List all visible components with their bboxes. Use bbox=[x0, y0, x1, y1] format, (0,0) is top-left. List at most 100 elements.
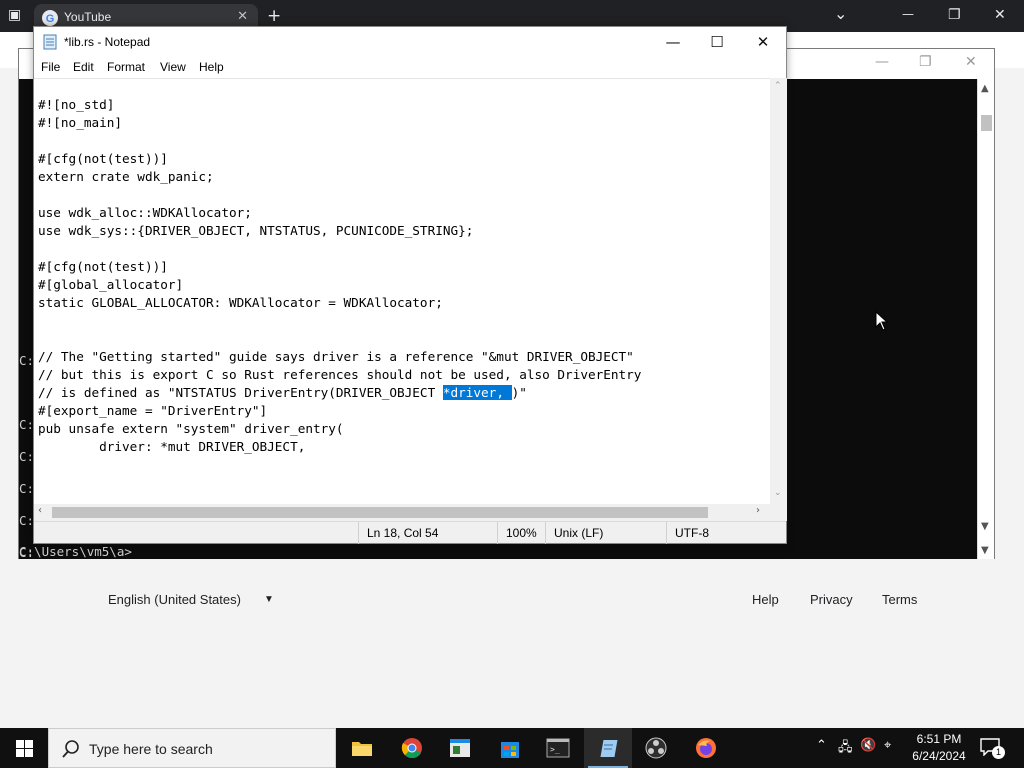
code-line: extern crate wdk_panic; bbox=[38, 169, 214, 184]
folder-icon bbox=[352, 742, 372, 756]
scrollbar-corner bbox=[770, 504, 787, 521]
tab-list-chevron-icon[interactable]: ⌄ bbox=[834, 4, 847, 23]
chrome-icon bbox=[401, 738, 422, 759]
network-icon[interactable]: 🖧 bbox=[838, 738, 853, 760]
mouse-cursor-icon bbox=[875, 311, 889, 331]
notepad-close-button[interactable]: ✕ bbox=[740, 29, 786, 55]
footer-link-terms[interactable]: Terms bbox=[882, 592, 917, 607]
search-placeholder: Type here to search bbox=[89, 741, 213, 757]
new-tab-button[interactable]: + bbox=[267, 6, 281, 26]
browser-restore-button[interactable]: ❐ bbox=[948, 7, 961, 23]
console-restore-button[interactable]: ❐ bbox=[919, 54, 932, 70]
tab-close-icon[interactable]: ✕ bbox=[237, 9, 248, 24]
notepad-title-bar[interactable]: *lib.rs - Notepad — ☐ ✕ bbox=[34, 27, 786, 57]
code-line: #[cfg(not(test))] bbox=[38, 151, 168, 166]
start-button[interactable] bbox=[0, 728, 48, 768]
scroll-down-arrow-icon[interactable]: ⌄ bbox=[774, 488, 782, 498]
console-line: C: bbox=[19, 449, 35, 464]
browser-minimize-button[interactable]: — bbox=[902, 7, 914, 21]
scroll-left-arrow-icon[interactable]: ‹ bbox=[38, 505, 42, 516]
obs-icon bbox=[645, 737, 667, 759]
horizontal-scroll-thumb[interactable] bbox=[52, 507, 708, 518]
footer-link-privacy[interactable]: Privacy bbox=[810, 592, 853, 607]
console-line: C: bbox=[19, 513, 35, 528]
tray-overflow-chevron-icon[interactable]: ⌃ bbox=[816, 738, 827, 753]
svg-text:>_: >_ bbox=[550, 745, 560, 754]
horizontal-scrollbar[interactable]: ‹ › bbox=[34, 504, 770, 521]
code-line: #[global_allocator] bbox=[38, 277, 184, 292]
text-selection[interactable]: *driver, bbox=[442, 385, 512, 400]
google-icon: G bbox=[42, 10, 58, 26]
taskbar-notepad[interactable] bbox=[584, 728, 632, 768]
taskbar-file-explorer[interactable] bbox=[338, 728, 386, 768]
menu-format[interactable]: Format bbox=[107, 60, 145, 74]
code-line-selected: // is defined as "NTSTATUS DriverEntry(D… bbox=[38, 385, 527, 400]
windows-icon bbox=[16, 740, 33, 757]
taskbar-search-box[interactable]: Type here to search bbox=[48, 728, 336, 768]
code-text: // is defined as "NTSTATUS DriverEntry(D… bbox=[38, 385, 443, 400]
svg-text:G: G bbox=[46, 13, 55, 25]
taskbar-command-prompt[interactable]: >_ bbox=[534, 728, 582, 768]
window-app-icon bbox=[450, 739, 470, 757]
status-line-ending: Unix (LF) bbox=[545, 522, 666, 544]
notepad-window[interactable]: *lib.rs - Notepad — ☐ ✕ File Edit Format… bbox=[33, 26, 787, 544]
console-line: C: bbox=[19, 417, 35, 432]
notepad-title: *lib.rs - Notepad bbox=[64, 35, 151, 49]
status-encoding: UTF-8 bbox=[666, 522, 770, 544]
code-line: #![no_std] bbox=[38, 97, 115, 112]
console-line: C: bbox=[19, 353, 35, 368]
footer-link-help[interactable]: Help bbox=[752, 592, 779, 607]
console-minimize-button[interactable]: — bbox=[875, 54, 889, 70]
scroll-down-arrow-icon[interactable]: ▼ bbox=[981, 521, 989, 532]
status-zoom: 100% bbox=[497, 522, 545, 544]
menu-edit[interactable]: Edit bbox=[73, 60, 94, 74]
scroll-down-arrow-icon[interactable]: ▼ bbox=[981, 545, 989, 556]
code-line: static GLOBAL_ALLOCATOR: WDKAllocator = … bbox=[38, 295, 443, 310]
terminal-icon: >_ bbox=[546, 738, 570, 758]
taskbar-firefox[interactable] bbox=[682, 728, 730, 768]
taskbar-obs[interactable] bbox=[632, 728, 680, 768]
firefox-icon bbox=[696, 738, 716, 758]
notepad-icon bbox=[43, 34, 57, 50]
menu-file[interactable]: File bbox=[41, 60, 60, 74]
taskbar-microsoft-store[interactable] bbox=[486, 728, 534, 768]
store-icon bbox=[501, 742, 519, 758]
scroll-up-arrow-icon[interactable]: ▲ bbox=[981, 83, 989, 94]
location-icon[interactable]: ⌖ bbox=[884, 738, 891, 753]
code-line: // The "Getting started" guide says driv… bbox=[38, 349, 634, 364]
console-scrollbar[interactable]: ▲ ▼ ▼ bbox=[977, 79, 994, 559]
code-line: #![no_main] bbox=[38, 115, 123, 130]
dropdown-arrow-icon[interactable]: ▼ bbox=[264, 594, 274, 605]
console-close-button[interactable]: ✕ bbox=[965, 54, 977, 70]
taskbar-clock[interactable]: 6:51 PM 6/24/2024 bbox=[908, 731, 970, 765]
language-selector[interactable]: English (United States) bbox=[108, 592, 241, 607]
code-line: #[export_name = "DriverEntry"] bbox=[38, 403, 268, 418]
console-scroll-thumb[interactable] bbox=[981, 115, 992, 131]
tab-search-icon[interactable]: ▣ bbox=[8, 7, 21, 23]
scroll-right-arrow-icon[interactable]: › bbox=[756, 505, 760, 516]
code-line: #[cfg(not(test))] bbox=[38, 259, 168, 274]
status-bar: Ln 18, Col 54 100% Unix (LF) UTF-8 bbox=[34, 521, 786, 544]
code-line: driver: *mut DRIVER_OBJECT, bbox=[38, 439, 306, 454]
notification-count-badge: 1 bbox=[992, 746, 1005, 759]
notification-center-button[interactable]: 1 bbox=[978, 736, 1005, 760]
menu-bar: File Edit Format View Help bbox=[34, 57, 786, 78]
code-line: pub unsafe extern "system" driver_entry( bbox=[38, 421, 344, 436]
console-line: C: bbox=[19, 481, 35, 496]
taskbar-chrome[interactable] bbox=[388, 728, 436, 768]
taskbar-app-window[interactable] bbox=[436, 728, 484, 768]
volume-muted-icon[interactable]: 🔇 bbox=[860, 738, 876, 753]
menu-help[interactable]: Help bbox=[199, 60, 224, 74]
code-line: use wdk_sys::{DRIVER_OBJECT, NTSTATUS, P… bbox=[38, 223, 474, 238]
menu-view[interactable]: View bbox=[160, 60, 186, 74]
text-editor-area[interactable]: #![no_std] #![no_main] #[cfg(not(test))]… bbox=[34, 78, 770, 504]
notepad-maximize-button[interactable]: ☐ bbox=[694, 29, 740, 55]
search-icon bbox=[62, 740, 79, 758]
console-prompt: C:\Users\vm5\a> bbox=[19, 544, 132, 559]
vertical-scrollbar[interactable]: ⌃ ⌄ bbox=[770, 78, 787, 504]
code-text: )" bbox=[511, 385, 527, 400]
notepad-minimize-button[interactable]: — bbox=[650, 29, 696, 55]
scroll-up-arrow-icon[interactable]: ⌃ bbox=[774, 81, 782, 91]
browser-close-button[interactable]: ✕ bbox=[994, 7, 1006, 23]
clock-date: 6/24/2024 bbox=[912, 749, 966, 763]
